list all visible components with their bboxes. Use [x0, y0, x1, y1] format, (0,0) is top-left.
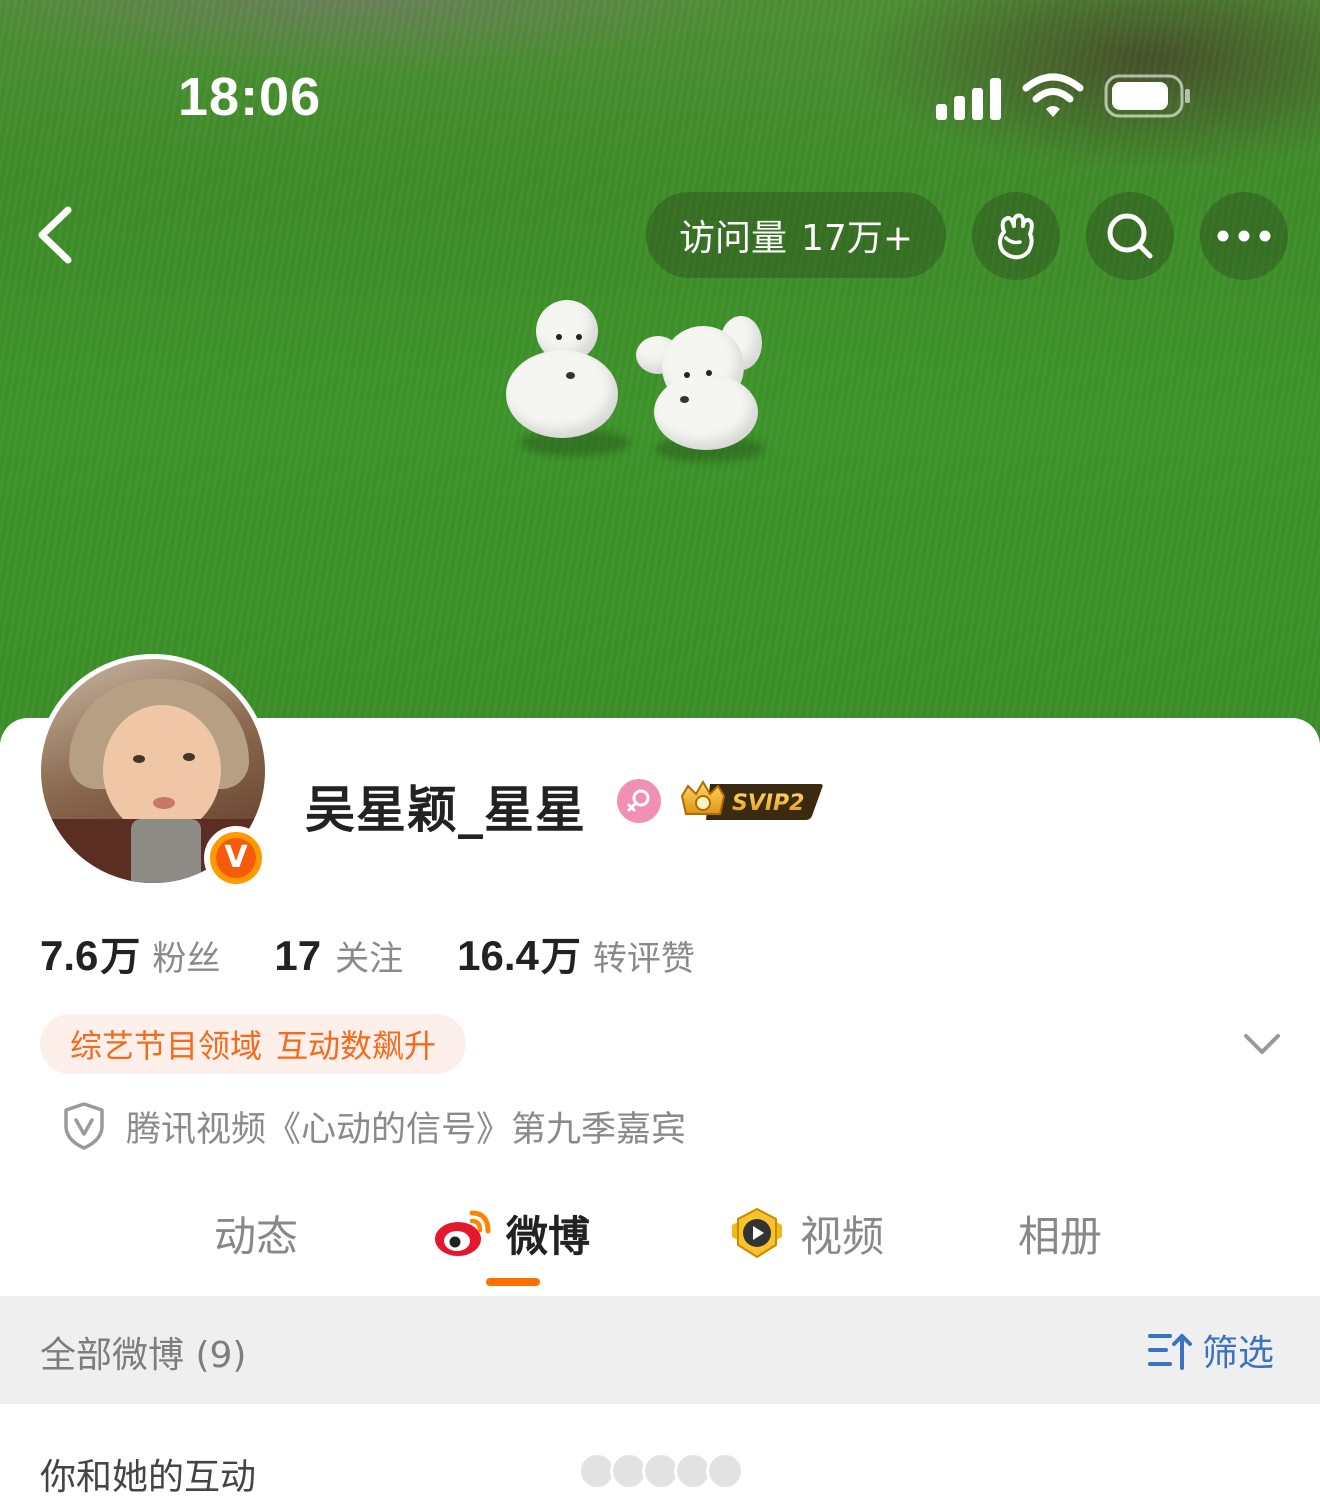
tab-video-label: 视频	[800, 1211, 885, 1261]
shield-icon	[64, 1102, 104, 1150]
stat-followers-unit: 万	[100, 934, 141, 980]
stat-followers-label: 粉丝	[152, 939, 221, 979]
visits-value: 17万+	[801, 218, 913, 259]
fist-bump-icon	[998, 213, 1034, 260]
filter-sort-icon	[1148, 1334, 1192, 1370]
avatar	[706, 1452, 744, 1490]
fist-bump-button[interactable]	[972, 192, 1060, 280]
female-icon	[617, 779, 661, 823]
tab-weibo[interactable]: 微博	[432, 1196, 590, 1270]
cellular-signal-icon	[936, 76, 1004, 120]
stat-engagement-label: 转评赞	[592, 939, 695, 979]
search-icon	[1107, 213, 1153, 259]
stat-followers-number: 7.6	[40, 932, 99, 979]
stat-following-number: 17	[274, 932, 322, 979]
stat-following[interactable]: 17 关注	[274, 931, 403, 980]
certification-row[interactable]: 腾讯视频《心动的信号》第九季嘉宾	[62, 1100, 686, 1152]
interaction-section-title: 你和她的互动	[40, 1457, 257, 1498]
back-button[interactable]	[28, 200, 88, 270]
tab-feed-label: 动态	[214, 1211, 299, 1261]
stat-followers[interactable]: 7.6 万 粉丝	[40, 924, 220, 982]
dog-left	[506, 300, 626, 440]
chevron-down-icon[interactable]	[1240, 1026, 1284, 1062]
video-play-badge-icon	[732, 1207, 782, 1259]
more-dots-icon	[1217, 230, 1271, 242]
tab-album[interactable]: 相册	[1018, 1196, 1102, 1270]
stat-following-label: 关注	[335, 939, 404, 979]
weibo-logo-icon	[435, 1210, 491, 1256]
domain-tag-trend: 互动数飙升	[276, 1027, 437, 1065]
profile-tabs: 动态 微博 视频 相册	[0, 1196, 1320, 1296]
filter-button[interactable]: 筛选	[1148, 1324, 1274, 1376]
status-bar: 18:06	[0, 0, 1320, 190]
more-button[interactable]	[1200, 192, 1288, 280]
username: 吴星颖_星星	[305, 781, 586, 839]
tab-weibo-label: 微博	[506, 1211, 591, 1261]
battery-icon	[1104, 74, 1190, 118]
domain-tag-field: 综艺节目领域	[70, 1027, 263, 1065]
filter-label: 筛选	[1202, 1333, 1275, 1374]
svip-badge[interactable]: SVIP2	[676, 776, 824, 824]
verified-v-badge-icon: V	[204, 826, 268, 890]
visits-label: 访问量	[679, 218, 788, 259]
interaction-avatars[interactable]	[578, 1452, 744, 1490]
tab-video[interactable]: 视频	[726, 1196, 884, 1270]
feed-filter-bar: 全部微博 (9) 筛选	[0, 1296, 1320, 1404]
active-tab-indicator	[486, 1278, 540, 1286]
visits-counter[interactable]: 访问量 17万+	[646, 192, 946, 278]
domain-tag[interactable]: 综艺节目领域 互动数飙升	[40, 1014, 467, 1074]
wifi-icon	[1022, 73, 1084, 117]
svip-label: SVIP2	[732, 791, 805, 816]
stat-engagement-number: 16.4	[457, 932, 539, 979]
certification-text: 腾讯视频《心动的信号》第九季嘉宾	[126, 1109, 687, 1150]
status-time: 18:06	[178, 67, 322, 127]
tab-album-label: 相册	[1018, 1211, 1103, 1261]
tab-feed[interactable]: 动态	[214, 1196, 298, 1270]
search-button[interactable]	[1086, 192, 1174, 280]
dog-right	[636, 312, 766, 452]
all-posts-count: 全部微博 (9)	[40, 1335, 247, 1376]
stat-engagement-unit: 万	[540, 934, 581, 980]
profile-stats: 7.6 万 粉丝 17 关注 16.4 万 转评赞	[40, 924, 749, 982]
stat-engagement[interactable]: 16.4 万 转评赞	[457, 924, 695, 982]
